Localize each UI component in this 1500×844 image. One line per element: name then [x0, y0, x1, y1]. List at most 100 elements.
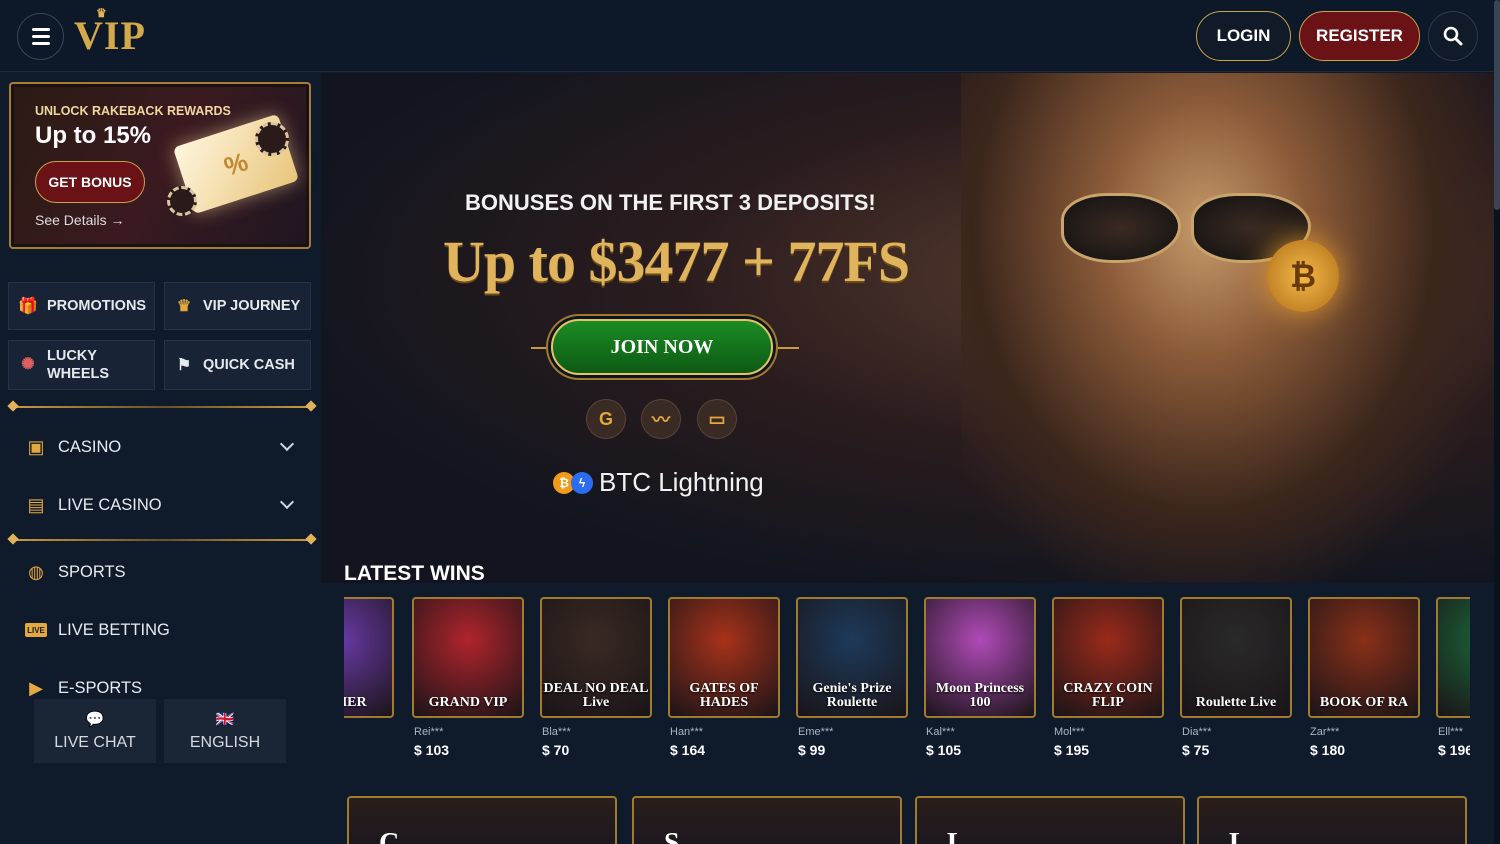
language-button[interactable]: 🇬🇧 ENGLISH — [164, 699, 286, 763]
game-tile[interactable]: Moon Princess 100 Kal*** $ 105 — [924, 597, 1036, 758]
win-amount: $ 196 — [1438, 742, 1470, 758]
rakeback-amount: Up to 15% — [35, 122, 152, 149]
game-tile[interactable]: DEAL NO DEAL Live Bla*** $ 70 — [540, 597, 652, 758]
top-header: ♛ VIP LOGIN REGISTER — [0, 0, 1494, 72]
win-amount: $ 105 — [926, 742, 962, 758]
game-thumbnail[interactable]: GRAND VIP — [412, 597, 524, 718]
game-thumbnail[interactable]: DEAL NO DEAL Live — [540, 597, 652, 718]
game-tile[interactable]: GATES OF HADES Han*** $ 164 — [668, 597, 780, 758]
join-now-button[interactable]: JOIN NOW — [551, 319, 773, 375]
divider — [12, 406, 312, 408]
game-thumbnail[interactable]: Genie's Prize Roulette — [796, 597, 908, 718]
win-amount: $ 195 — [1054, 742, 1090, 758]
game-tile[interactable]: Roulette Live Dia*** $ 75 — [1180, 597, 1292, 758]
game-name: DEAL NO DEAL Live — [543, 681, 649, 710]
quick-cash-button[interactable]: ⚑ QUICK CASH — [164, 340, 311, 390]
winner-name: Dia*** — [1182, 726, 1212, 738]
game-thumbnail[interactable]: CRAZY COIN FLIP — [1052, 597, 1164, 718]
nav-sports[interactable]: ◍ SPORTS — [24, 552, 304, 592]
live-badge: LIVE — [25, 623, 47, 637]
game-name: GRAND VIP — [428, 695, 508, 710]
category-title: L — [947, 828, 966, 844]
win-amount: $ 164 — [670, 742, 706, 758]
login-button[interactable]: LOGIN — [1196, 11, 1291, 61]
menu-button[interactable] — [17, 13, 64, 60]
win-amount: $ 70 — [542, 742, 570, 758]
get-bonus-button[interactable]: GET BONUS — [35, 161, 145, 203]
category-card-live-casino[interactable]: L — [915, 796, 1185, 844]
win-amount: $ 103 — [414, 742, 450, 758]
winner-name: Bla*** — [542, 726, 571, 738]
category-title: C — [379, 828, 400, 844]
nav-label: E-SPORTS — [58, 678, 143, 697]
promotions-button[interactable]: 🎁 PROMOTIONS — [8, 282, 155, 330]
hero-banner[interactable]: ₿ BONUSES ON THE FIRST 3 DEPOSITS! Up to… — [321, 73, 1494, 583]
quick-label: PROMOTIONS — [47, 298, 147, 314]
chevron-down-icon[interactable] — [279, 494, 295, 510]
latest-wins-title: LATEST WINS — [344, 562, 485, 585]
game-tile[interactable]: Genie's Prize Roulette Eme*** $ 99 — [796, 597, 908, 758]
site-logo[interactable]: ♛ VIP — [74, 6, 146, 59]
slot-machine-icon: ▣ — [27, 436, 45, 457]
game-name: Moon Princess 100 — [935, 681, 1025, 710]
game-tile[interactable]: B Ell*** $ 196 — [1436, 597, 1470, 758]
see-details-link[interactable]: See Details → — [35, 212, 124, 228]
winner-name: Ell*** — [1438, 726, 1464, 738]
game-thumbnail[interactable]: AM HER — [344, 597, 394, 718]
game-thumbnail[interactable]: BOOK OF RA — [1308, 597, 1420, 718]
coin-symbol: ₿ — [1289, 257, 1317, 294]
category-card-live-betting[interactable]: L — [1197, 796, 1467, 844]
chip-icon — [255, 122, 289, 156]
live-chat-label: LIVE CHAT — [54, 734, 136, 751]
category-title: S — [664, 828, 680, 844]
category-card-sports[interactable]: S — [632, 796, 902, 844]
game-thumbnail[interactable]: B — [1436, 597, 1470, 718]
btc-lightning-label: BTC Lightning — [599, 467, 764, 497]
nav-casino[interactable]: ▣ CASINO — [24, 427, 304, 467]
game-thumbnail[interactable]: GATES OF HADES — [668, 597, 780, 718]
language-label: ENGLISH — [189, 734, 261, 751]
ticket-symbol: % — [220, 145, 252, 182]
game-name: BOOK OF RA — [1319, 695, 1409, 710]
game-tile[interactable]: GRAND VIP Rei*** $ 103 — [412, 597, 524, 758]
game-tile[interactable]: AM HER — [344, 597, 394, 726]
game-name: GATES OF HADES — [689, 681, 759, 710]
crown-icon: ♛ — [96, 6, 108, 20]
lightning-icon: ϟ — [571, 471, 593, 494]
google-icon[interactable]: G — [586, 399, 626, 439]
hero-character-image — [961, 73, 1494, 583]
game-name: Genie's Prize Roulette — [812, 681, 892, 710]
scrollbar-thumb[interactable] — [1494, 0, 1500, 210]
nav-label: LIVE CASINO — [58, 495, 162, 514]
game-thumbnail[interactable]: Moon Princess 100 — [924, 597, 1036, 718]
lucky-wheels-button[interactable]: ✺ LUCKY WHEELS — [8, 340, 155, 390]
game-tile[interactable]: CRAZY COIN FLIP Mol*** $ 195 — [1052, 597, 1164, 758]
crown-icon: ♛ — [176, 298, 192, 315]
game-thumbnail[interactable]: Roulette Live — [1180, 597, 1292, 718]
decor-line — [777, 347, 799, 349]
register-button[interactable]: REGISTER — [1299, 11, 1420, 61]
wallet-connect-icon[interactable]: 〰 — [641, 399, 681, 439]
play-icon: ▶ — [29, 677, 43, 698]
ticket-pay-icon[interactable]: ▭ — [697, 399, 737, 439]
nav-live-betting[interactable]: LIVE LIVE BETTING — [24, 610, 304, 650]
winner-name: Rei*** — [414, 726, 444, 738]
search-button[interactable] — [1428, 11, 1478, 61]
nav-live-casino[interactable]: ▤ LIVE CASINO — [24, 485, 304, 525]
vip-journey-button[interactable]: ♛ VIP JOURNEY — [164, 282, 311, 330]
winner-name: Zar*** — [1310, 726, 1340, 738]
hero-title: Up to $3477 + 77FS — [443, 229, 910, 294]
category-card-casino[interactable]: C — [347, 796, 617, 844]
game-tile[interactable]: BOOK OF RA Zar*** $ 180 — [1308, 597, 1420, 758]
scrollbar[interactable] — [1494, 0, 1500, 844]
chevron-down-icon[interactable] — [279, 436, 295, 452]
live-chat-button[interactable]: 💬 LIVE CHAT — [34, 699, 156, 763]
quick-label: QUICK CASH — [203, 357, 295, 373]
win-amount: $ 75 — [1182, 742, 1210, 758]
game-name: AM HER — [344, 695, 367, 710]
rakeback-caption: UNLOCK RAKEBACK REWARDS — [35, 104, 231, 118]
live-badge-icon: LIVE — [24, 618, 48, 642]
rakeback-banner[interactable]: UNLOCK RAKEBACK REWARDS Up to 15% GET BO… — [9, 82, 311, 249]
latest-wins-carousel: AM HER GRAND VIP Rei*** $ 103 DEAL NO DEAL L… — [344, 597, 1470, 767]
ball-icon: ◍ — [28, 561, 44, 582]
